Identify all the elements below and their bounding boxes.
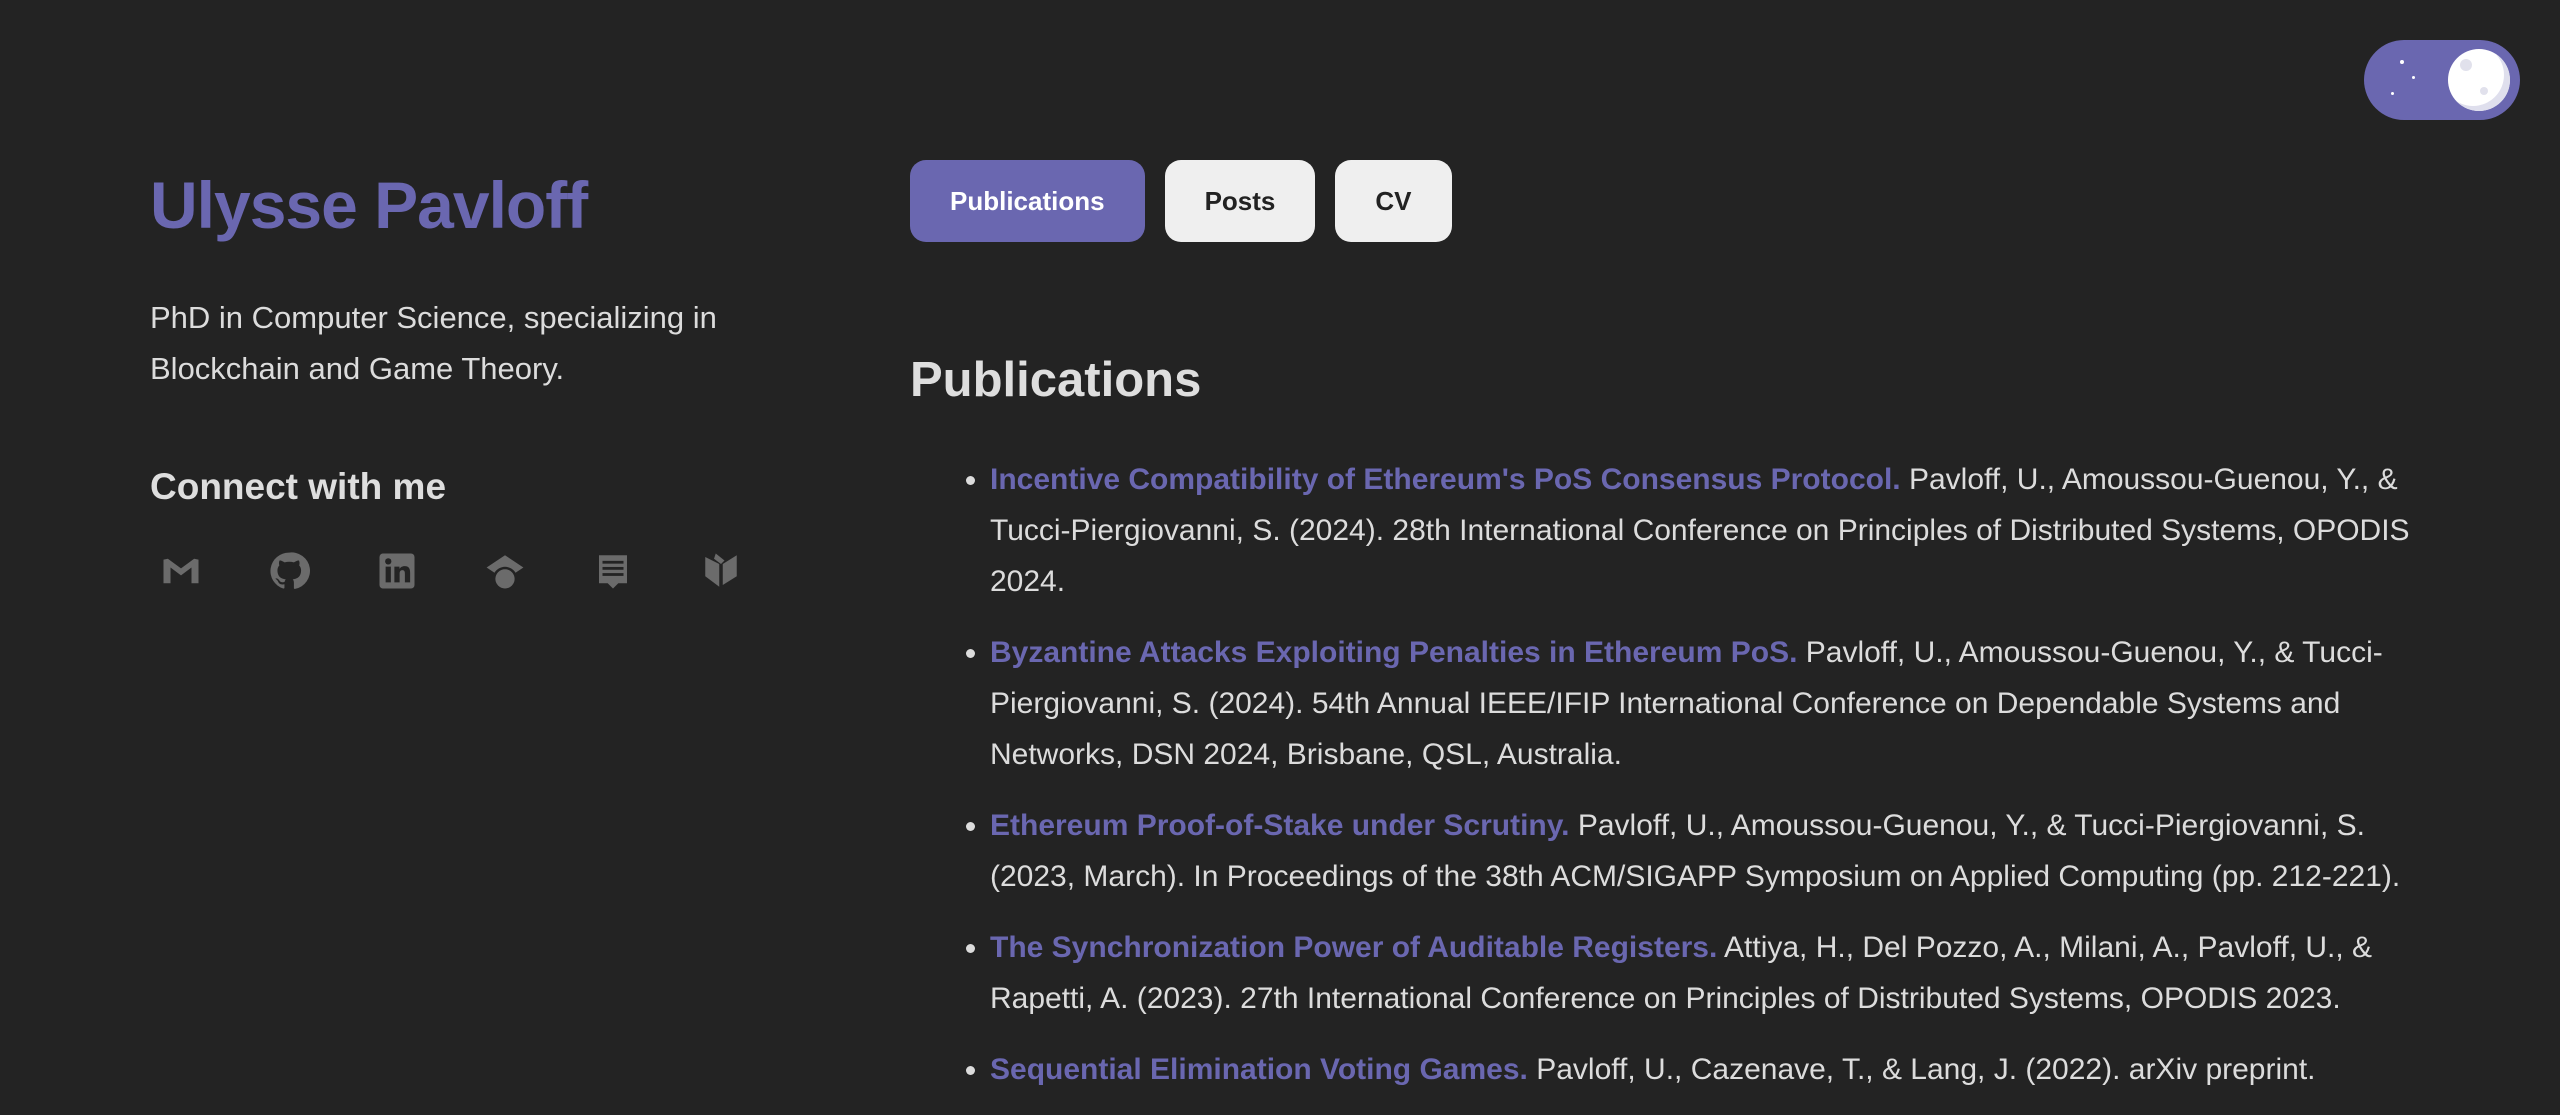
section-title: Publications: [910, 353, 1202, 407]
gmail-icon[interactable]: [160, 550, 202, 592]
profile-sidebar: Ulysse Pavloff PhD in Computer Science, …: [150, 160, 770, 592]
publication-title-link[interactable]: Sequential Elimination Voting Games.: [990, 1053, 1528, 1086]
publication-title-link[interactable]: The Synchronization Power of Auditable R…: [990, 931, 1717, 964]
theme-toggle[interactable]: [2364, 40, 2520, 120]
main-nav: Publications Posts CV: [910, 160, 1452, 242]
google-scholar-icon[interactable]: [484, 550, 526, 592]
publication-item: Sequential Elimination Voting Games. Pav…: [990, 1044, 2430, 1095]
github-icon[interactable]: [268, 550, 310, 592]
publication-details: Pavloff, U., Cazenave, T., & Lang, J. (2…: [1527, 1053, 2316, 1086]
publications-section: Publications Incentive Compatibility of …: [910, 340, 2430, 1115]
moon-icon: [2448, 49, 2510, 111]
publication-title-link[interactable]: Byzantine Attacks Exploiting Penalties i…: [990, 636, 1797, 669]
star-icon: [2400, 60, 2404, 64]
star-icon: [2391, 92, 2394, 95]
site-name[interactable]: Ulysse Pavloff: [150, 160, 770, 250]
connect-heading: Connect with me: [150, 466, 447, 507]
publication-item: Ethereum Proof-of-Stake under Scrutiny. …: [990, 800, 2430, 902]
publication-list: Incentive Compatibility of Ethereum's Po…: [910, 454, 2430, 1095]
linkedin-icon[interactable]: [376, 550, 418, 592]
publication-item: Byzantine Attacks Exploiting Penalties i…: [990, 627, 2430, 780]
orcid-icon[interactable]: [592, 550, 634, 592]
publication-title-link[interactable]: Incentive Compatibility of Ethereum's Po…: [990, 463, 1901, 496]
nav-cv-button[interactable]: CV: [1335, 160, 1452, 242]
nav-posts-button[interactable]: Posts: [1164, 160, 1316, 242]
publication-item: Incentive Compatibility of Ethereum's Po…: [990, 454, 2430, 607]
dblp-icon[interactable]: [700, 550, 742, 592]
star-icon: [2412, 76, 2415, 79]
publication-item: The Synchronization Power of Auditable R…: [990, 922, 2430, 1024]
publication-title-link[interactable]: Ethereum Proof-of-Stake under Scrutiny.: [990, 809, 1570, 842]
bio-text: PhD in Computer Science, specializing in…: [150, 300, 717, 386]
social-links: [150, 550, 770, 592]
nav-publications-button[interactable]: Publications: [910, 160, 1145, 242]
